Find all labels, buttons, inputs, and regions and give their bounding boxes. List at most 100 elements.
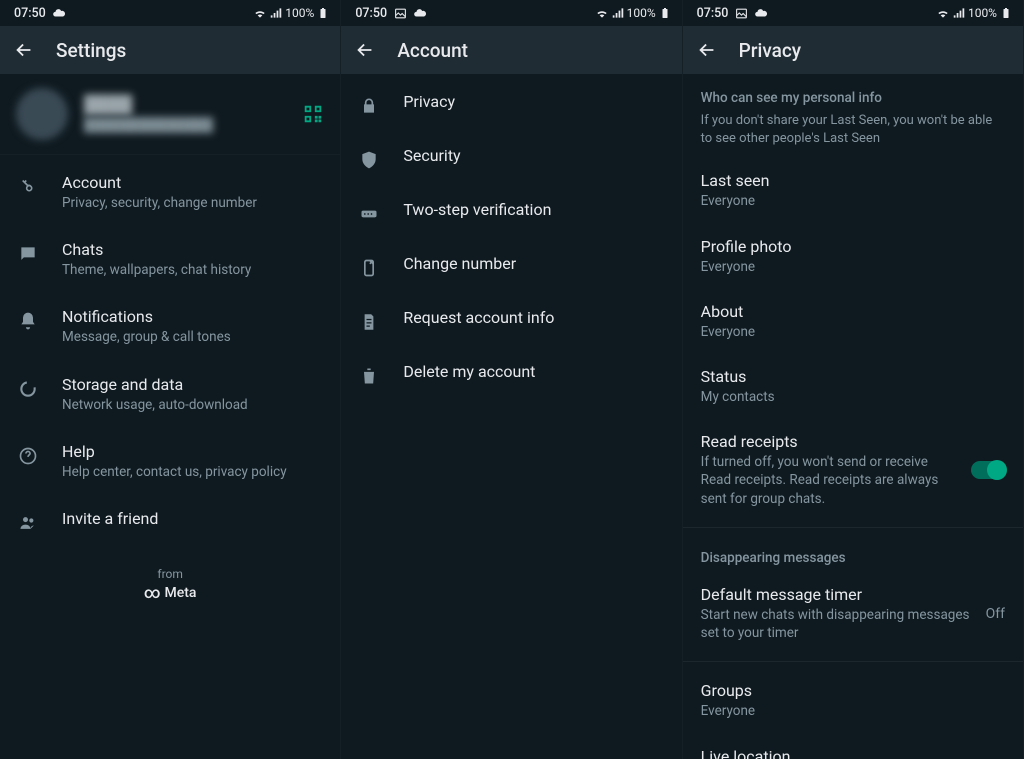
settings-item-chats[interactable]: Chats Theme, wallpapers, chat history [0,226,340,293]
divider [683,527,1023,528]
pref-title: Default message timer [701,585,974,604]
account-pane: 07:50 100% Account Privacy Security [341,0,682,759]
section-header-disappearing: Disappearing messages [683,534,1023,572]
trash-icon [357,364,381,388]
clock-time: 07:50 [355,6,387,21]
back-button[interactable] [353,38,377,62]
cloud-icon [754,6,768,20]
pref-subtitle: Everyone [701,702,1005,720]
account-item-twostep[interactable]: Two-step verification [341,186,681,240]
pref-subtitle: Everyone [701,323,1005,341]
item-subtitle: Theme, wallpapers, chat history [62,261,324,279]
section-hint: If you don't share your Last Seen, you w… [683,112,1023,158]
cloud-icon [413,6,427,20]
item-title: Two-step verification [403,200,665,219]
battery-icon [658,6,672,20]
item-title: Request account info [403,308,665,327]
account-appbar: Account [341,26,681,74]
settings-item-account[interactable]: Account Privacy, security, change number [0,159,340,226]
battery-icon [316,6,330,20]
battery-pct: 100% [627,6,656,20]
image-icon [734,6,748,20]
pref-title: Groups [701,681,1005,700]
wifi-icon [595,6,609,20]
avatar [16,88,68,140]
pref-read-receipts[interactable]: Read receipts If turned off, you won't s… [683,419,1023,521]
back-button[interactable] [695,38,719,62]
settings-item-notifications[interactable]: Notifications Message, group & call tone… [0,293,340,360]
item-title: Notifications [62,307,324,326]
page-title: Settings [56,39,126,62]
account-item-security[interactable]: Security [341,132,681,186]
settings-item-invite[interactable]: Invite a friend [0,495,340,549]
key-icon [16,175,40,199]
privacy-pane: 07:50 100% Privacy Who can see my person… [683,0,1024,759]
settings-pane: 07:50 100% Settings ████ ██████████████ [0,0,341,759]
battery-pct: 100% [285,6,314,20]
pref-title: Live location [701,747,1005,759]
pref-profile-photo[interactable]: Profile photo Everyone [683,224,1023,289]
account-list: Privacy Security Two-step verification C… [341,74,681,402]
lock-icon [357,94,381,118]
status-bar: 07:50 100% [341,0,681,26]
clock-time: 07:50 [14,6,46,21]
section-header-personal-info: Who can see my personal info [683,74,1023,112]
pref-subtitle: If turned off, you won't send or receive… [701,453,959,508]
item-title: Delete my account [403,362,665,381]
profile-status: ██████████████ [84,117,286,133]
pref-status[interactable]: Status My contacts [683,354,1023,419]
pref-subtitle: My contacts [701,388,1005,406]
page-title: Account [397,39,468,62]
pref-subtitle: Everyone [701,192,1005,210]
cloud-icon [52,6,66,20]
item-title: Privacy [403,92,665,111]
help-icon [16,444,40,468]
back-button[interactable] [12,38,36,62]
account-item-changenumber[interactable]: Change number [341,240,681,294]
profile-row[interactable]: ████ ██████████████ [0,74,340,155]
settings-item-storage[interactable]: Storage and data Network usage, auto-dow… [0,361,340,428]
status-bar: 07:50 100% [0,0,340,26]
chat-icon [16,242,40,266]
pref-groups[interactable]: Groups Everyone [683,668,1023,733]
battery-pct: 100% [968,6,997,20]
pref-subtitle: Everyone [701,258,1005,276]
account-item-requestinfo[interactable]: Request account info [341,294,681,348]
item-subtitle: Help center, contact us, privacy policy [62,463,324,481]
pref-live-location[interactable]: Live location None [683,734,1023,759]
pref-title: Last seen [701,171,1005,190]
item-title: Security [403,146,665,165]
document-icon [357,310,381,334]
from-meta: from ∞Meta [0,567,340,602]
read-receipts-switch[interactable] [971,461,1005,479]
item-title: Account [62,173,324,192]
battery-icon [999,6,1013,20]
pref-last-seen[interactable]: Last seen Everyone [683,158,1023,223]
settings-item-help[interactable]: Help Help center, contact us, privacy po… [0,428,340,495]
pref-title: About [701,302,1005,321]
pin-icon [357,202,381,226]
pref-title: Read receipts [701,432,959,451]
pref-default-timer[interactable]: Default message timer Start new chats wi… [683,572,1023,655]
pref-about[interactable]: About Everyone [683,289,1023,354]
image-icon [393,6,407,20]
signal-icon [952,6,966,20]
item-subtitle: Message, group & call tones [62,328,324,346]
settings-appbar: Settings [0,26,340,74]
status-bar: 07:50 100% [683,0,1023,26]
data-usage-icon [16,377,40,401]
item-title: Help [62,442,324,461]
pref-value: Off [986,606,1005,622]
account-item-delete[interactable]: Delete my account [341,348,681,402]
pref-title: Profile photo [701,237,1005,256]
item-title: Change number [403,254,665,273]
meta-logo-icon: ∞ [144,583,161,602]
wifi-icon [936,6,950,20]
item-title: Storage and data [62,375,324,394]
wifi-icon [253,6,267,20]
people-icon [16,511,40,535]
qr-code-icon[interactable] [302,103,324,125]
clock-time: 07:50 [697,6,729,21]
account-item-privacy[interactable]: Privacy [341,78,681,132]
privacy-appbar: Privacy [683,26,1023,74]
